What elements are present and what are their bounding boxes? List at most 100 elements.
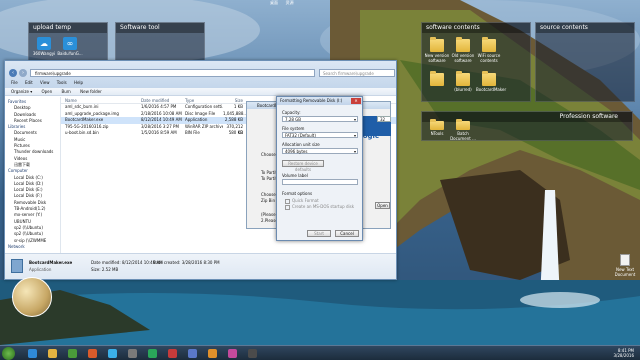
fence-title[interactable]: Software tool bbox=[116, 23, 204, 33]
cancel-button[interactable]: Cancel bbox=[335, 230, 359, 237]
open-button[interactable]: Open bbox=[41, 89, 52, 94]
clock-date: 3/28/2016 bbox=[613, 353, 634, 358]
app-icon[interactable] bbox=[128, 349, 137, 358]
close-icon[interactable]: ✕ bbox=[351, 98, 361, 104]
desktop-icon-label: (blurred) bbox=[454, 87, 472, 92]
chevron-down-icon: ▾ bbox=[353, 149, 356, 154]
globe-gadget[interactable] bbox=[12, 277, 52, 317]
volume-label-input[interactable] bbox=[282, 179, 358, 185]
desktop-folder[interactable]: BootcardMaker bbox=[476, 71, 507, 92]
file-system-value: FAT32 (Default) bbox=[285, 133, 316, 138]
column-name[interactable]: Name bbox=[61, 97, 141, 103]
folder-icon bbox=[456, 37, 470, 52]
open-button[interactable]: Open bbox=[375, 202, 390, 209]
desktop-folder[interactable]: New version software bbox=[424, 37, 450, 63]
new-folder-button[interactable]: New folder bbox=[80, 89, 102, 94]
folder-icon bbox=[430, 71, 444, 86]
topbar-item[interactable]: 桌面 bbox=[270, 0, 278, 5]
desktop-icon-360[interactable]: ☁ 360Wangyi bbox=[31, 37, 57, 56]
media-icon[interactable] bbox=[68, 349, 77, 358]
text-document-icon bbox=[620, 254, 630, 266]
start-button[interactable]: Start bbox=[307, 230, 331, 237]
allocation-select[interactable]: 4096 bytes ▾ bbox=[282, 148, 358, 154]
fence-title[interactable]: software contents bbox=[422, 23, 530, 33]
ie-icon[interactable] bbox=[28, 349, 37, 358]
desktop-icon-label: Old version software bbox=[451, 53, 475, 63]
quick-format-checkbox[interactable]: Quick Format bbox=[285, 198, 319, 204]
cloud-app-icon: ∞ bbox=[63, 37, 77, 50]
desktop-icon-baiduyun[interactable]: ∞ BaiduYunG... bbox=[57, 37, 83, 56]
command-bar: Organize ▾ Open Burn New folder bbox=[5, 88, 396, 96]
app-icon[interactable] bbox=[228, 349, 237, 358]
organize-button[interactable]: Organize ▾ bbox=[11, 89, 32, 94]
restore-defaults-button[interactable]: Restore device defaults bbox=[282, 160, 324, 172]
details-kind: Application bbox=[29, 267, 52, 272]
column-type[interactable]: Type bbox=[185, 97, 223, 103]
file-type: BIN File bbox=[185, 130, 200, 135]
search-input[interactable]: Search firmware\upgrade bbox=[319, 69, 395, 77]
msdos-startup-checkbox[interactable]: Create an MS-DOS startup disk bbox=[285, 204, 354, 210]
fence-title[interactable]: upload temp bbox=[29, 23, 107, 33]
nav-item[interactable]: mx-server (Y:) UBUNTU bbox=[8, 212, 60, 225]
menu-help[interactable]: Help bbox=[74, 80, 83, 85]
fence-software-tool: Software tool bbox=[115, 22, 205, 62]
column-size[interactable]: Size bbox=[223, 97, 243, 103]
allocation-label: Allocation unit size bbox=[282, 142, 320, 147]
bootapp-label: To Partit bbox=[261, 176, 278, 181]
desktop-icon-label: 360Wangyi bbox=[32, 51, 56, 56]
menu-view[interactable]: View bbox=[40, 80, 50, 85]
bootapp-label: Choose bbox=[261, 152, 276, 157]
start-button-icon[interactable] bbox=[2, 347, 15, 360]
app-icon[interactable] bbox=[88, 349, 97, 358]
back-arrow-icon[interactable]: ‹ bbox=[9, 69, 17, 77]
app-icon[interactable] bbox=[208, 349, 217, 358]
menu-file[interactable]: File bbox=[11, 80, 18, 85]
nav-item[interactable]: Thunder downloads bbox=[8, 149, 60, 155]
app-icon[interactable] bbox=[148, 349, 157, 358]
file-name: u-boot.bin.sd.bin bbox=[65, 130, 99, 135]
fence-title[interactable]: source contents bbox=[536, 23, 634, 33]
nav-network[interactable]: Network bbox=[8, 244, 60, 250]
cloud-app-icon: ☁ bbox=[37, 37, 51, 50]
file-size: 580 KB bbox=[228, 130, 243, 135]
topbar-item[interactable]: 资源 bbox=[286, 0, 294, 5]
menu-tools[interactable]: Tools bbox=[57, 80, 67, 85]
desktop-folder[interactable]: NTools bbox=[424, 119, 450, 136]
desktop-icon-label: New version software bbox=[424, 53, 450, 63]
app-icon[interactable] bbox=[168, 349, 177, 358]
details-modified: Date modified: 8/12/2014 10:49 AM bbox=[91, 260, 163, 265]
app-icon[interactable] bbox=[188, 349, 197, 358]
chevron-down-icon: ▾ bbox=[353, 133, 356, 138]
menu-edit[interactable]: Edit bbox=[25, 80, 33, 85]
system-clock[interactable]: 8:41 PM 3/28/2016 bbox=[613, 348, 634, 358]
app-icon[interactable] bbox=[248, 349, 257, 358]
desktop-folder[interactable]: Batch Document ... bbox=[450, 119, 476, 141]
folder-icon bbox=[482, 37, 496, 52]
desktop-icon-label: Batch Document ... bbox=[450, 131, 476, 141]
desktop-folder[interactable]: WiFi source contents bbox=[476, 37, 502, 63]
dialog-titlebar: Formatting Removable Disk (I:) ✕ bbox=[277, 97, 362, 105]
desktop-text-document[interactable]: New Text Document bbox=[612, 254, 638, 277]
file-system-select[interactable]: FAT32 (Default) ▾ bbox=[282, 132, 358, 138]
column-date[interactable]: Date modified bbox=[141, 97, 185, 103]
desktop-folder[interactable] bbox=[424, 71, 450, 87]
details-name: BootcardMaker.exe bbox=[29, 260, 73, 265]
taskbar: 8:41 PM 3/28/2016 bbox=[0, 345, 640, 360]
desktop-icon-label: BaiduYunG... bbox=[57, 51, 83, 56]
address-bar[interactable]: firmware\upgrade bbox=[30, 69, 315, 77]
details-pane: BootcardMaker.exe Application Date modif… bbox=[5, 253, 396, 279]
desktop-icon-label: BootcardMaker bbox=[476, 87, 507, 92]
drive-size-field[interactable]: 32 bbox=[377, 116, 391, 122]
bootapp-label: Choose bbox=[261, 192, 276, 197]
explorer-icon[interactable] bbox=[48, 349, 57, 358]
desktop-folder[interactable]: Old version software bbox=[450, 37, 476, 63]
capacity-select[interactable]: 7.28 GB ▾ bbox=[282, 116, 358, 122]
desktop-icon-label: WiFi source contents bbox=[477, 53, 501, 63]
burn-button[interactable]: Burn bbox=[61, 89, 70, 94]
desktop-icon-label: NTools bbox=[430, 131, 444, 136]
fence-source-contents: source contents bbox=[535, 22, 635, 102]
folder-icon bbox=[430, 119, 444, 130]
desktop-folder[interactable]: (blurred) bbox=[450, 71, 476, 92]
app-icon[interactable] bbox=[108, 349, 117, 358]
forward-arrow-icon[interactable]: › bbox=[19, 69, 27, 77]
